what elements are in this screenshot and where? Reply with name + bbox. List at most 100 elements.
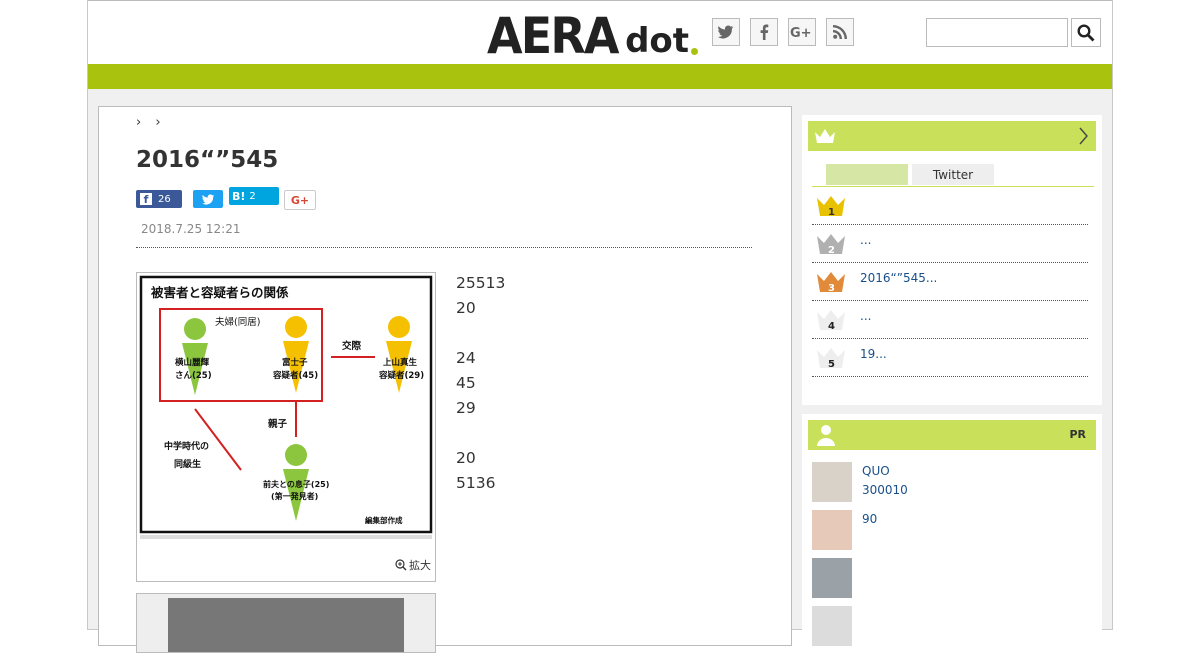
svg-text:1: 1 <box>828 207 835 217</box>
plain-crown-icon: 5 <box>817 348 845 369</box>
logo-text-main: AERA <box>487 7 620 65</box>
diagram-heading: 被害者と容疑者らの関係 <box>151 285 289 300</box>
svg-text:2: 2 <box>828 245 835 255</box>
pr-thumbnail[interactable] <box>812 558 852 598</box>
son-label-line2: (第一発見者) <box>271 491 318 501</box>
search-icon <box>1077 23 1095 41</box>
son-label-line1: 前夫との息子(25) <box>263 479 329 489</box>
pr-text[interactable]: 90 <box>862 510 877 529</box>
kamiyama-label-line1: 上山真生 <box>383 357 418 368</box>
bronze-crown-icon: 3 <box>817 272 845 293</box>
fujiko-figure-head <box>285 316 307 338</box>
tab-twitter[interactable]: Twitter <box>912 164 994 185</box>
couple-label: 夫婦(同居) <box>215 316 260 328</box>
kamiyama-figure-head <box>388 316 410 338</box>
ranking-item-text[interactable]: 19... <box>860 347 887 361</box>
ranking-item[interactable]: 3 2016“”545... <box>812 262 1088 301</box>
ranking-item[interactable]: 2 ... <box>812 224 1088 263</box>
victim-label-line1: 横山麗輝 <box>174 357 210 368</box>
breadcrumb: › › <box>136 115 161 130</box>
article-figure[interactable]: 被害者と容疑者らの関係 夫婦(同居) 横山麗輝 さん(25) 富士子 容疑者(4… <box>136 272 436 582</box>
plain-crown-icon: 4 <box>817 310 845 331</box>
school-label-line1: 中学時代の <box>164 440 209 452</box>
relation-label: 交際 <box>342 340 362 352</box>
zoom-button[interactable]: 拡大 <box>395 557 431 573</box>
ranking-item[interactable]: 1 <box>812 186 1088 225</box>
facebook-icon[interactable] <box>750 18 778 46</box>
zoom-label: 拡大 <box>409 559 431 572</box>
svg-text:5: 5 <box>828 359 835 369</box>
paragraph: 24 45 29 <box>456 349 476 417</box>
divider <box>136 247 752 248</box>
silver-crown-icon: 2 <box>817 234 845 255</box>
pr-item[interactable]: QUO 300010 <box>812 462 1092 504</box>
tab-ranking-overall[interactable] <box>826 164 908 185</box>
nav-bar <box>88 64 1112 89</box>
google-plus-icon[interactable]: G+ <box>788 18 816 46</box>
pr-item[interactable]: 90 <box>812 510 1092 552</box>
ranking-item[interactable]: 5 19... <box>812 338 1088 377</box>
hatena-label: B! <box>232 189 246 203</box>
pr-thumbnail[interactable] <box>812 606 852 646</box>
fujiko-label-line1: 富士子 <box>282 357 308 368</box>
rss-icon[interactable] <box>826 18 854 46</box>
ranking-panel: Twitter 1 2 ... 3 2016“”545... 4 ... 5 1… <box>802 115 1102 405</box>
svg-text:4: 4 <box>828 321 835 331</box>
pr-thumbnail[interactable] <box>812 462 852 502</box>
zoom-in-icon <box>395 559 407 571</box>
article-title: 2016“”545 <box>136 147 279 173</box>
breadcrumb-separator: › <box>155 115 161 130</box>
fujiko-label-line2: 容疑者(45) <box>272 370 318 381</box>
victim-label-line2: さん(25) <box>175 371 212 381</box>
search-input[interactable] <box>926 18 1068 47</box>
svg-text:G+: G+ <box>790 26 812 39</box>
svg-text:3: 3 <box>828 283 835 293</box>
relationship-diagram: 被害者と容疑者らの関係 夫婦(同居) 横山麗輝 さん(25) 富士子 容疑者(4… <box>139 275 433 539</box>
pr-header: PR <box>808 420 1096 450</box>
crown-icon <box>815 129 835 143</box>
publish-date: 2018.7.25 12:21 <box>141 222 241 236</box>
twitter-share-button[interactable] <box>193 190 223 208</box>
person-icon <box>817 425 835 446</box>
facebook-share-button[interactable]: f 26 <box>136 190 182 208</box>
gold-crown-icon: 1 <box>817 196 845 217</box>
ranking-header[interactable] <box>808 121 1096 151</box>
hatena-count: 2 <box>249 190 256 202</box>
twitter-icon <box>201 193 214 205</box>
hatena-bookmark-button[interactable]: B! 2 <box>229 187 279 205</box>
pr-text[interactable]: QUO 300010 <box>862 462 908 500</box>
paragraph: 25513 20 <box>456 274 506 317</box>
article-photo[interactable] <box>136 593 436 653</box>
page-frame: AERA dot G+ › › 2016“”545 f 26 B! 2 G+ 2… <box>87 0 1113 653</box>
ranking-item-text[interactable]: ... <box>860 309 871 323</box>
school-label-line2: 同級生 <box>174 458 201 470</box>
breadcrumb-separator: › <box>136 115 142 130</box>
pr-item[interactable] <box>812 606 1092 648</box>
logo-dot-mark <box>691 48 699 55</box>
ranking-item[interactable]: 4 ... <box>812 300 1088 339</box>
site-logo[interactable]: AERA dot <box>487 7 699 65</box>
facebook-icon: f <box>140 193 152 206</box>
victim-figure-head <box>184 318 206 340</box>
pr-label: PR <box>1069 428 1086 441</box>
facebook-share-count: 26 <box>158 193 171 205</box>
kamiyama-label-line2: 容疑者(29) <box>378 370 424 381</box>
pr-thumbnail[interactable] <box>812 510 852 550</box>
ranking-item-text[interactable]: ... <box>860 233 871 247</box>
google-plus-share-button[interactable]: G+ <box>284 190 316 210</box>
pr-item[interactable] <box>812 558 1092 600</box>
photo-placeholder <box>168 598 404 652</box>
parent-label: 親子 <box>268 418 288 430</box>
chevron-right-icon[interactable] <box>1078 127 1088 145</box>
logo-text-sub: dot <box>625 21 690 61</box>
search-button[interactable] <box>1071 18 1101 47</box>
diagram-credit: 編集部作成 <box>365 515 403 525</box>
site-header: AERA dot G+ <box>88 1 1112 64</box>
paragraph: 20 5136 <box>456 449 496 492</box>
article-container: › › 2016“”545 f 26 B! 2 G+ 2018.7.25 12:… <box>98 106 792 653</box>
twitter-icon[interactable] <box>712 18 740 46</box>
pr-panel: PR QUO 300010 90 <box>802 414 1102 646</box>
article-body: 25513 20 24 45 29 20 5136 <box>456 271 754 521</box>
son-figure-head <box>285 444 307 466</box>
ranking-item-text[interactable]: 2016“”545... <box>860 271 937 285</box>
